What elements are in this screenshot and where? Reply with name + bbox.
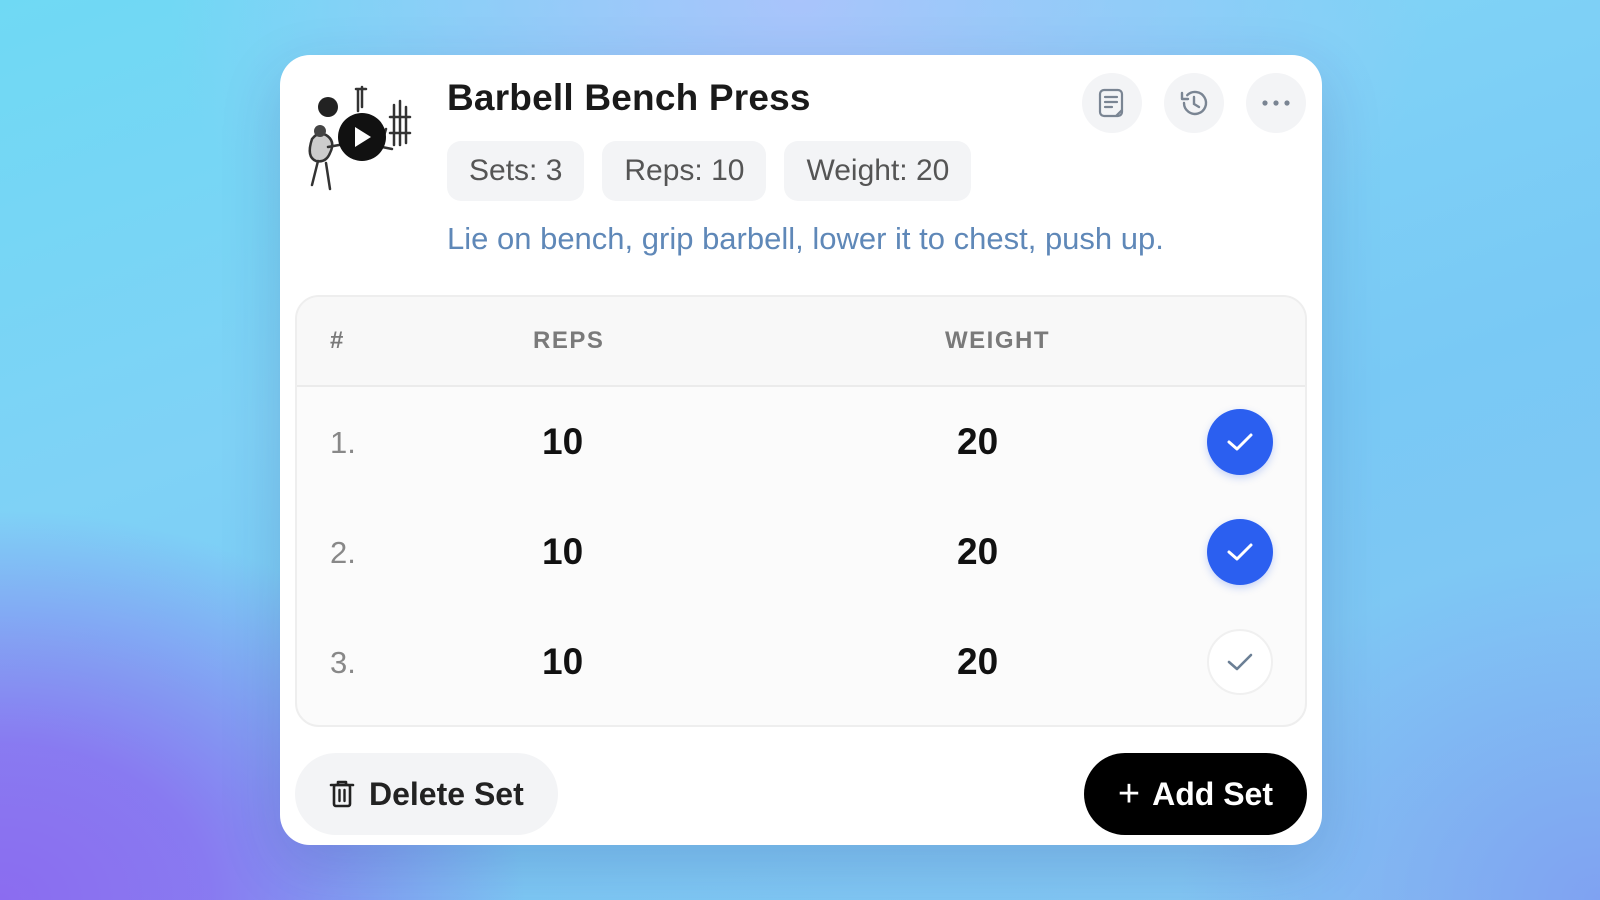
history-button[interactable]: [1164, 73, 1224, 133]
set-reps[interactable]: 10: [542, 421, 583, 463]
card-toolbar: [1082, 73, 1306, 133]
set-reps[interactable]: 10: [542, 531, 583, 573]
checkmark-icon: [1227, 653, 1253, 671]
set-complete-toggle[interactable]: [1207, 519, 1273, 585]
set-complete-toggle[interactable]: [1207, 409, 1273, 475]
notes-button[interactable]: [1082, 73, 1142, 133]
sets-table: # REPS WEIGHT 1. 10 20 2. 10 20 3. 10 20: [295, 295, 1307, 727]
play-button[interactable]: [338, 113, 386, 161]
delete-set-button[interactable]: Delete Set: [295, 753, 558, 835]
set-reps[interactable]: 10: [542, 641, 583, 683]
exercise-description: Lie on bench, grip barbell, lower it to …: [447, 221, 1164, 256]
more-button[interactable]: [1246, 73, 1306, 133]
play-icon: [355, 127, 371, 147]
plus-icon: +: [1117, 773, 1141, 815]
checkmark-icon: [1227, 433, 1253, 451]
add-set-label: Add Set: [1152, 775, 1273, 812]
set-number: 2.: [330, 535, 356, 570]
set-weight[interactable]: 20: [957, 421, 998, 463]
set-number: 1.: [330, 425, 356, 460]
table-row: 2. 10 20: [297, 497, 1305, 607]
trash-icon: [329, 780, 355, 808]
sets-chip: Sets: 3: [447, 141, 585, 201]
column-header-weight: WEIGHT: [945, 327, 1050, 354]
notes-icon: [1098, 88, 1124, 118]
set-complete-toggle[interactable]: [1207, 629, 1273, 695]
weight-chip: Weight: 20: [784, 141, 972, 201]
table-row: 3. 10 20: [297, 607, 1305, 717]
reps-chip: Reps: 10: [602, 141, 767, 201]
set-number: 3.: [330, 645, 356, 680]
delete-set-label: Delete Set: [369, 775, 524, 812]
exercise-targets: Sets: 3 Reps: 10 Weight: 20: [447, 141, 972, 201]
set-weight[interactable]: 20: [957, 641, 998, 683]
history-icon: [1180, 90, 1208, 116]
checkmark-icon: [1227, 543, 1253, 561]
exercise-thumbnail[interactable]: [298, 77, 426, 197]
add-set-button[interactable]: + Add Set: [1083, 753, 1307, 835]
table-row: 1. 10 20: [297, 387, 1305, 497]
column-header-reps: REPS: [533, 327, 605, 354]
set-weight[interactable]: 20: [957, 531, 998, 573]
exercise-title: Barbell Bench Press: [447, 77, 811, 118]
exercise-card: Barbell Bench Press Sets: 3 Reps: 10 Wei…: [280, 55, 1322, 845]
table-header: # REPS WEIGHT: [297, 297, 1305, 387]
column-header-number: #: [330, 327, 345, 354]
more-icon: [1262, 100, 1290, 106]
